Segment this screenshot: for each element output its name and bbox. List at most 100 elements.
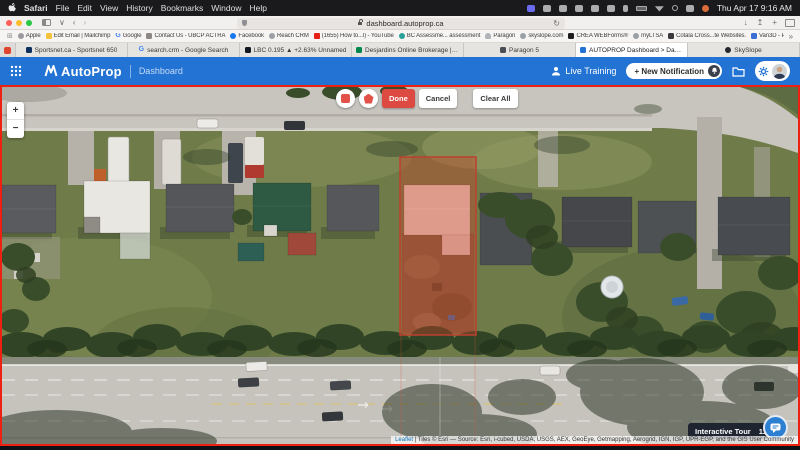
- menu-help[interactable]: Help: [249, 3, 266, 13]
- new-tab-icon[interactable]: +: [772, 17, 777, 29]
- bookmarks-overflow-chevron[interactable]: »: [789, 32, 793, 41]
- fullscreen-window-button[interactable]: [26, 20, 32, 26]
- bookmark-edit-email-mailchimp[interactable]: Edit Email | Mailchimp: [46, 33, 111, 39]
- zoom-out-button[interactable]: −: [7, 120, 24, 138]
- menu-bookmarks[interactable]: Bookmarks: [161, 3, 204, 13]
- sound-icon[interactable]: [607, 5, 615, 12]
- bookmark-1655-how-to-l-youtube[interactable]: (1655) How to...l) - YouTube: [314, 33, 394, 39]
- done-button[interactable]: Done: [382, 89, 415, 108]
- live-training-button[interactable]: Live Training: [551, 66, 616, 76]
- avatar[interactable]: [772, 64, 787, 79]
- person-icon: [551, 66, 561, 76]
- pinned-tab[interactable]: [0, 43, 16, 57]
- cancel-button[interactable]: Cancel: [419, 89, 458, 108]
- tab-desjardins-online-brokerage-[interactable]: Desjardins Online Brokerage | Buy Stocks…: [352, 43, 464, 57]
- screen-record-icon[interactable]: [575, 5, 583, 12]
- draw-polygon-button[interactable]: [359, 89, 378, 108]
- tab-paragon-5[interactable]: Paragon 5: [464, 43, 576, 57]
- menu-safari[interactable]: Safari: [24, 3, 48, 13]
- globe-favicon-icon: [633, 33, 639, 39]
- tab-sportsnet-ca-sportsnet-650[interactable]: Sportsnet.ca - Sportsnet 650: [16, 43, 128, 57]
- display-icon[interactable]: [686, 5, 694, 12]
- bookmark-google[interactable]: GGoogle: [115, 33, 141, 39]
- app-launcher-grid-icon[interactable]: [10, 65, 22, 77]
- minimize-window-button[interactable]: [16, 20, 22, 26]
- bookmark-items: Apple Edit Email | Mailchimp GGoogle Contac…: [18, 33, 784, 39]
- wifi-icon[interactable]: [655, 5, 664, 12]
- tab-search-crm-google-search[interactable]: Gsearch.crm - Google Search: [128, 43, 240, 57]
- skyslope-favicon-icon: [725, 47, 731, 53]
- lock-icon: [358, 22, 362, 25]
- status-icons: [527, 5, 709, 12]
- bookmark-cotala-cross-te-websites[interactable]: Cotala Cross...te Websites.: [668, 33, 746, 39]
- back-icon[interactable]: ‹: [73, 17, 76, 29]
- menu-history[interactable]: History: [126, 3, 152, 13]
- menu-file[interactable]: File: [56, 3, 70, 13]
- clear-all-button[interactable]: Clear All: [473, 89, 517, 108]
- map-attribution: Leaflet | Tiles © Esri — Source: Esri, i…: [391, 436, 798, 444]
- gear-icon[interactable]: [758, 66, 769, 77]
- tabs-overview-icon[interactable]: [786, 20, 794, 26]
- rectangle-tool-icon: [341, 94, 350, 103]
- tab-lbc-0-195-2-63-unnamed[interactable]: LBC 0.195 ▲ +2.63% Unnamed: [240, 43, 352, 57]
- tab-bar: Sportsnet.ca - Sportsnet 650Gsearch.crm …: [0, 43, 800, 57]
- account-pill[interactable]: [755, 61, 790, 81]
- privacy-shield-icon[interactable]: [242, 20, 247, 26]
- address-bar[interactable]: dashboard.autoprop.ca ↻: [237, 18, 565, 29]
- autoprop-favicon-icon: [580, 47, 586, 53]
- menu-window[interactable]: Window: [211, 3, 241, 13]
- apple-logo-icon[interactable]: [8, 3, 16, 13]
- globe-favicon-icon: [520, 33, 526, 39]
- leaflet-link[interactable]: Leaflet: [395, 437, 413, 443]
- apple-favicon-icon: [18, 33, 24, 39]
- aerial-imagery[interactable]: [2, 87, 798, 444]
- bookmark-paragon[interactable]: Paragon: [485, 33, 515, 39]
- shortcuts-icon[interactable]: [559, 5, 567, 12]
- new-notification-button[interactable]: + New Notification: [626, 63, 722, 79]
- autoprop-logo-mark-icon: [44, 65, 58, 77]
- spotlight-icon[interactable]: [672, 5, 678, 11]
- bookmark-facebook[interactable]: Facebook: [230, 33, 264, 39]
- profile-icon[interactable]: [702, 5, 709, 12]
- bookmark-van3d-prem-and-calgary[interactable]: Van3D - Prem... and Calgary: [751, 33, 784, 39]
- menu-bar-clock[interactable]: Thu Apr 17 9:16 AM: [717, 3, 792, 13]
- bookmark-bc-assessme-assessment[interactable]: BC Assessme... assessment: [399, 33, 481, 39]
- bookmark-contact-us-ubcp-actra[interactable]: Contact Us - UBCP ACTRA: [146, 33, 225, 39]
- paragon5-favicon-icon: [500, 47, 506, 53]
- folder-icon[interactable]: [732, 66, 745, 77]
- tab-skyslope[interactable]: SkySlope: [688, 43, 800, 57]
- chevron-down-icon[interactable]: ∨: [59, 17, 65, 29]
- download-icon[interactable]: ↓: [744, 17, 748, 29]
- zoom-in-button[interactable]: +: [7, 102, 24, 120]
- forward-icon[interactable]: ›: [84, 17, 87, 29]
- bookmark-skyslope-com[interactable]: skyslope.com: [520, 33, 563, 39]
- bookmark-crea-webforms[interactable]: CREA WEBForms®: [568, 33, 628, 39]
- share-icon[interactable]: ↥: [757, 17, 764, 29]
- draw-rectangle-button[interactable]: [336, 89, 355, 108]
- bookmark-reach-crm[interactable]: Reach CRM: [269, 33, 309, 39]
- close-window-button[interactable]: [6, 20, 12, 26]
- macos-menu-bar: Safari File Edit View History Bookmarks Window…: [0, 0, 800, 16]
- sidebar-icon[interactable]: [42, 19, 51, 26]
- breadcrumb[interactable]: Dashboard: [139, 66, 183, 76]
- favorites-grid-icon[interactable]: ⊞: [7, 32, 13, 40]
- safari-toolbar: ∨ ‹ › dashboard.autoprop.ca ↻ ↓ ↥ +: [0, 16, 800, 30]
- stage-manager-icon[interactable]: [543, 5, 551, 12]
- autoprop-header: AutoProp Dashboard Live Training + New N…: [0, 57, 800, 85]
- bluetooth-icon[interactable]: [623, 5, 628, 12]
- menu-edit[interactable]: Edit: [77, 3, 92, 13]
- dark-favicon-icon: [668, 33, 674, 39]
- menu-view[interactable]: View: [100, 3, 118, 13]
- clock-icon[interactable]: [591, 5, 599, 12]
- selected-parcel-highlight[interactable]: [400, 157, 476, 335]
- map-zoom-control: + −: [7, 102, 24, 138]
- reload-icon[interactable]: ↻: [553, 18, 560, 29]
- menu-items: Safari File Edit View History Bookmarks Window…: [24, 3, 267, 13]
- battery-icon[interactable]: [636, 6, 647, 11]
- tab-autoprop-dashboard-dashboard[interactable]: AUTOPROP Dashboard > Dashboard: [576, 43, 688, 57]
- autoprop-logo[interactable]: AutoProp: [44, 64, 122, 79]
- input-source-icon[interactable]: [527, 5, 535, 12]
- bookmark-myltsa[interactable]: myLTSA: [633, 33, 663, 39]
- bookmark-apple[interactable]: Apple: [18, 33, 41, 39]
- chat-bubble-icon: [770, 423, 781, 433]
